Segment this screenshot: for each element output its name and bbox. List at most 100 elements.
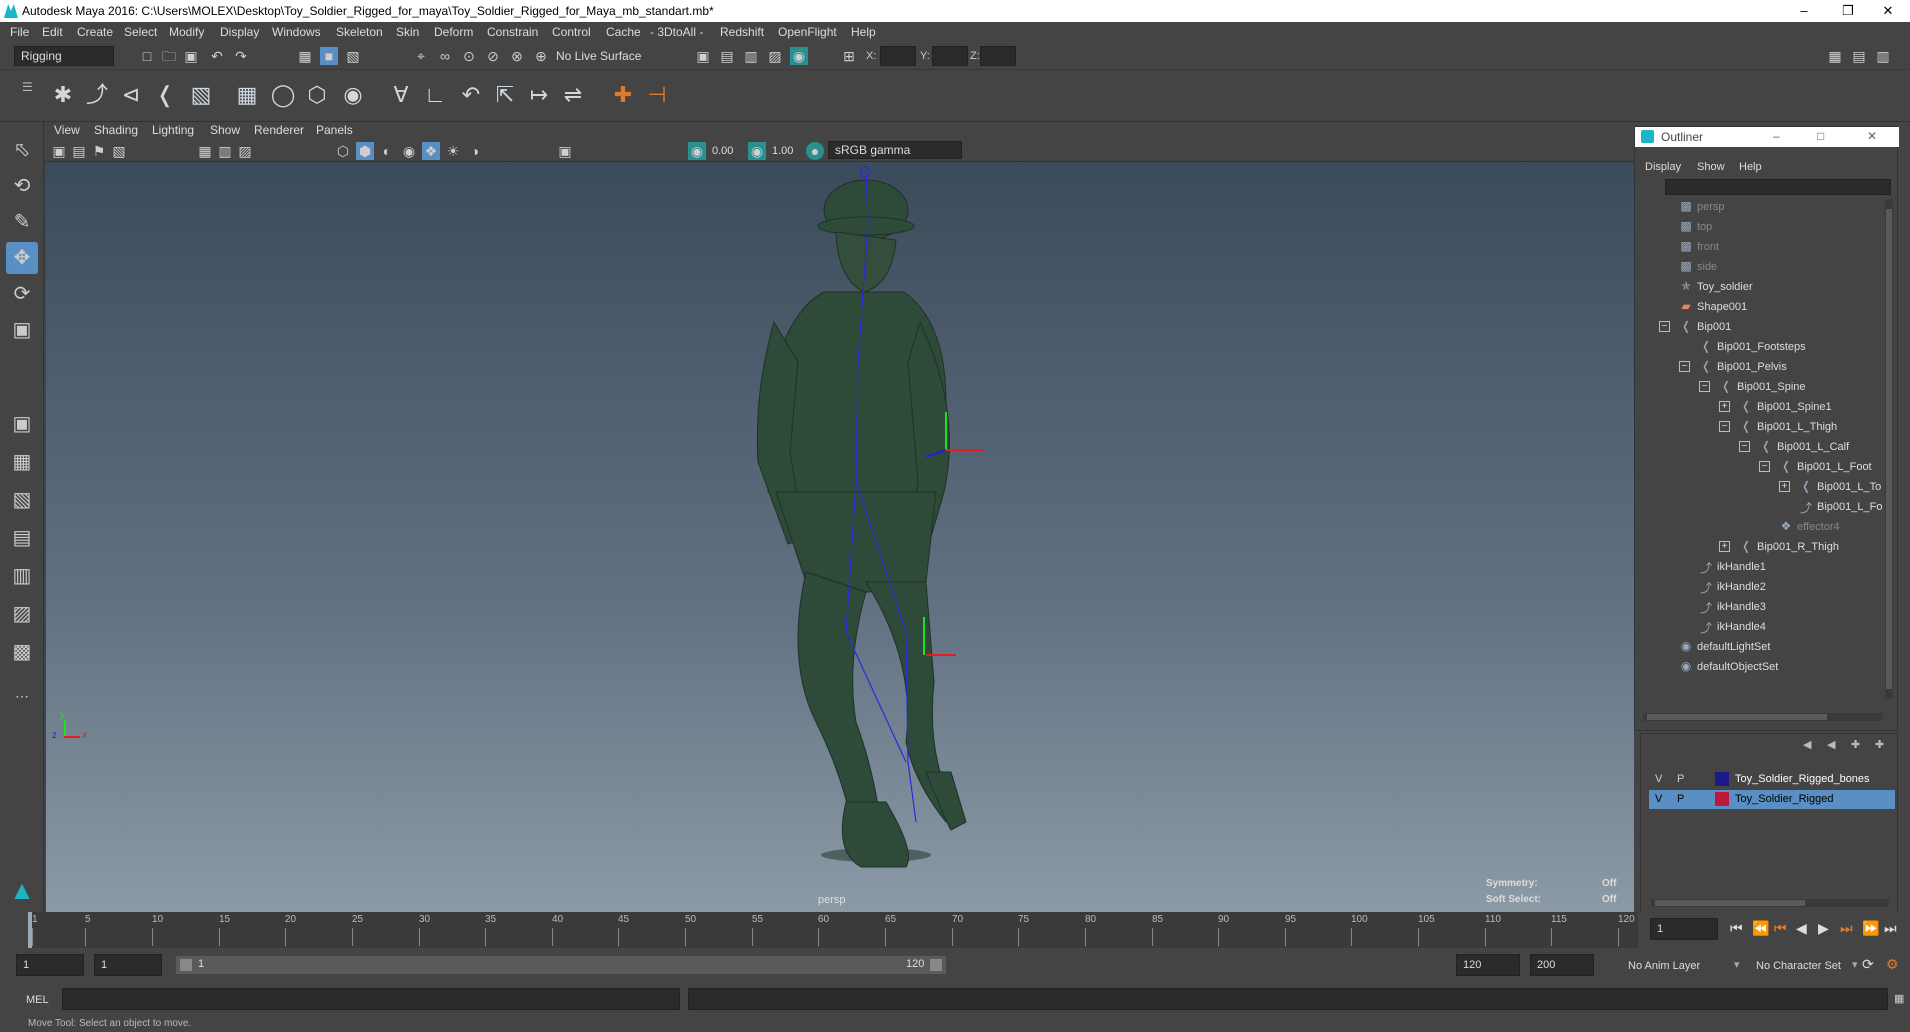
restore-button[interactable]: ❐ [1826, 0, 1870, 22]
step-forward-icon[interactable]: ⏩ [1862, 920, 1879, 937]
open-scene-icon[interactable]: 🗀 [160, 47, 178, 65]
anim-layer-chevron-icon[interactable]: ▾ [1734, 958, 1740, 971]
shadows-icon[interactable]: ◑ [466, 142, 484, 160]
outliner-item[interactable]: − ❬ Bip001_L_Thigh [1635, 417, 1875, 437]
outliner-search-input[interactable] [1665, 179, 1891, 195]
outliner-item[interactable]: ⤴ ikHandle2 [1635, 577, 1875, 597]
x-field[interactable] [880, 46, 916, 66]
play-backward-icon[interactable]: ◀ [1796, 920, 1807, 937]
image-plane-icon[interactable]: ▧ [110, 142, 128, 160]
collapse-icon[interactable]: − [1659, 321, 1670, 332]
outliner-item[interactable]: ⤴ ikHandle3 [1635, 597, 1875, 617]
select-hierarchy-icon[interactable]: ▦ [296, 47, 314, 65]
outliner-menu-display[interactable]: Display [1645, 161, 1681, 173]
wrap-icon[interactable]: ⬡ [302, 80, 332, 110]
menu-modify[interactable]: Modify [169, 25, 204, 39]
layer-row-selected[interactable]: V P Toy_Soldier_Rigged [1649, 790, 1895, 809]
command-mode-label[interactable]: MEL [26, 994, 49, 1006]
panel-menu-lighting[interactable]: Lighting [152, 123, 194, 137]
undo-icon[interactable]: ↶ [208, 47, 226, 65]
current-frame-field[interactable]: 1 [1650, 918, 1718, 940]
paint-select-icon[interactable]: ✎ [6, 206, 38, 238]
maya-home-icon[interactable]: ▲ [6, 874, 38, 906]
outliner-vertical-scrollbar[interactable] [1885, 199, 1893, 699]
outliner-close-button[interactable]: ✕ [1867, 129, 1877, 143]
render-frame-icon[interactable]: ▤ [718, 47, 736, 65]
move-layer-down-icon[interactable]: ◀ [1827, 738, 1835, 751]
hypershade-icon[interactable]: ◉ [790, 47, 808, 65]
four-view-icon[interactable]: ▦ [6, 446, 38, 478]
script-editor-layout-icon[interactable]: ▨ [6, 598, 38, 630]
snap-surface-icon[interactable]: ⊗ [508, 47, 526, 65]
z-field[interactable] [980, 46, 1016, 66]
character-set-dropdown[interactable]: No Character Set [1756, 960, 1841, 972]
resolution-gate-icon[interactable]: ▨ [236, 142, 254, 160]
camera-attributes-icon[interactable]: ▤ [70, 142, 88, 160]
outliner-item[interactable]: ▩ persp [1635, 197, 1875, 217]
outliner-item[interactable]: ❖ effector4 [1635, 517, 1875, 537]
animation-start-field[interactable]: 1 [16, 954, 84, 976]
outliner-item[interactable]: − ❬ Bip001 [1635, 317, 1875, 337]
select-component-icon[interactable]: ▧ [344, 47, 362, 65]
outliner-item[interactable]: ▩ side [1635, 257, 1875, 277]
range-start-handle[interactable] [180, 959, 192, 971]
panel-menu-shading[interactable]: Shading [94, 123, 138, 137]
live-surface-field[interactable]: No Live Surface [556, 49, 641, 63]
outliner-item[interactable]: ⤴ ikHandle4 [1635, 617, 1875, 637]
color-management-icon[interactable]: ● [806, 142, 824, 160]
hypershade-layout-icon[interactable]: ▥ [6, 560, 38, 592]
sculpt-icon[interactable]: ◉ [338, 80, 368, 110]
outliner-item[interactable]: ⤴ Bip001_L_Fo [1635, 497, 1882, 517]
snap-point-icon[interactable]: ⊙ [460, 47, 478, 65]
layer-name[interactable]: Toy_Soldier_Rigged_bones [1735, 773, 1870, 785]
persp-graph-icon[interactable]: ▤ [6, 522, 38, 554]
locator-icon[interactable]: ✚ [608, 80, 638, 110]
minimize-button[interactable]: – [1782, 0, 1826, 22]
layer-visibility-toggle[interactable]: V [1655, 773, 1662, 785]
smooth-shade-icon[interactable]: ⬢ [356, 142, 374, 160]
select-camera-icon[interactable]: ▣ [50, 142, 68, 160]
orient-constraint-icon[interactable]: ↶ [456, 80, 486, 110]
single-perspective-icon[interactable]: ▣ [6, 408, 38, 440]
layer-name[interactable]: Toy_Soldier_Rigged [1735, 793, 1833, 805]
layer-playback-toggle[interactable]: P [1677, 773, 1684, 785]
channel-box-icon[interactable]: ▥ [1874, 47, 1892, 65]
modeling-toolkit-icon[interactable]: ▦ [1826, 47, 1844, 65]
menu-edit[interactable]: Edit [42, 25, 63, 39]
outliner-item[interactable]: ✯ Toy_soldier [1635, 277, 1875, 297]
persp-outliner-icon[interactable]: ▧ [6, 484, 38, 516]
ik-spline-icon[interactable]: ⊲ [116, 80, 146, 110]
outliner-vscroll-thumb[interactable] [1886, 209, 1892, 689]
exposure-icon[interactable]: ◉ [688, 142, 706, 160]
xray-icon[interactable]: ◉ [400, 142, 418, 160]
pole-vector-icon[interactable]: ⇌ [558, 80, 588, 110]
menu-file[interactable]: File [10, 25, 29, 39]
expand-icon[interactable]: + [1719, 541, 1730, 552]
panel-menu-view[interactable]: View [54, 123, 80, 137]
gamma-value[interactable]: 1.00 [772, 145, 793, 157]
insert-joint-icon[interactable]: ❬ [150, 80, 180, 110]
point-constraint-icon[interactable]: ∟ [420, 80, 450, 110]
y-field[interactable] [932, 46, 968, 66]
wireframe-icon[interactable]: ⬡ [334, 142, 352, 160]
animation-end-field[interactable]: 200 [1530, 954, 1594, 976]
layer-row[interactable]: V P Toy_Soldier_Rigged_bones [1649, 770, 1895, 789]
menu-constrain[interactable]: Constrain [487, 25, 538, 39]
layout-more-icon[interactable]: ⋯ [6, 680, 38, 712]
aim-constraint-icon[interactable]: ↦ [524, 80, 554, 110]
layer-scroll-thumb[interactable] [1655, 900, 1805, 906]
time-slider[interactable]: 1 5 10 15 20 25 30 35 40 45 50 55 60 65 70 75 80 85 90 95 10… [0, 912, 1910, 948]
select-object-icon[interactable]: ■ [320, 47, 338, 65]
expand-icon[interactable]: + [1779, 481, 1790, 492]
menu-cache[interactable]: Cache [606, 25, 641, 39]
outliner-item[interactable]: − ❬ Bip001_L_Foot [1635, 457, 1875, 477]
new-scene-icon[interactable]: □ [138, 47, 156, 65]
outliner-item[interactable]: ▩ top [1635, 217, 1875, 237]
command-input[interactable] [62, 988, 680, 1010]
select-tool-icon[interactable]: ⬁ [6, 134, 38, 166]
outliner-item[interactable]: + ❬ Bip001_Spine1 [1635, 397, 1875, 417]
outliner-item[interactable]: ❬ Bip001_Footsteps [1635, 337, 1875, 357]
outliner-item[interactable]: + ❬ Bip001_L_To [1635, 477, 1881, 497]
menu-set-dropdown[interactable]: Rigging [14, 46, 114, 66]
move-layer-up-icon[interactable]: ◀ [1803, 738, 1811, 751]
